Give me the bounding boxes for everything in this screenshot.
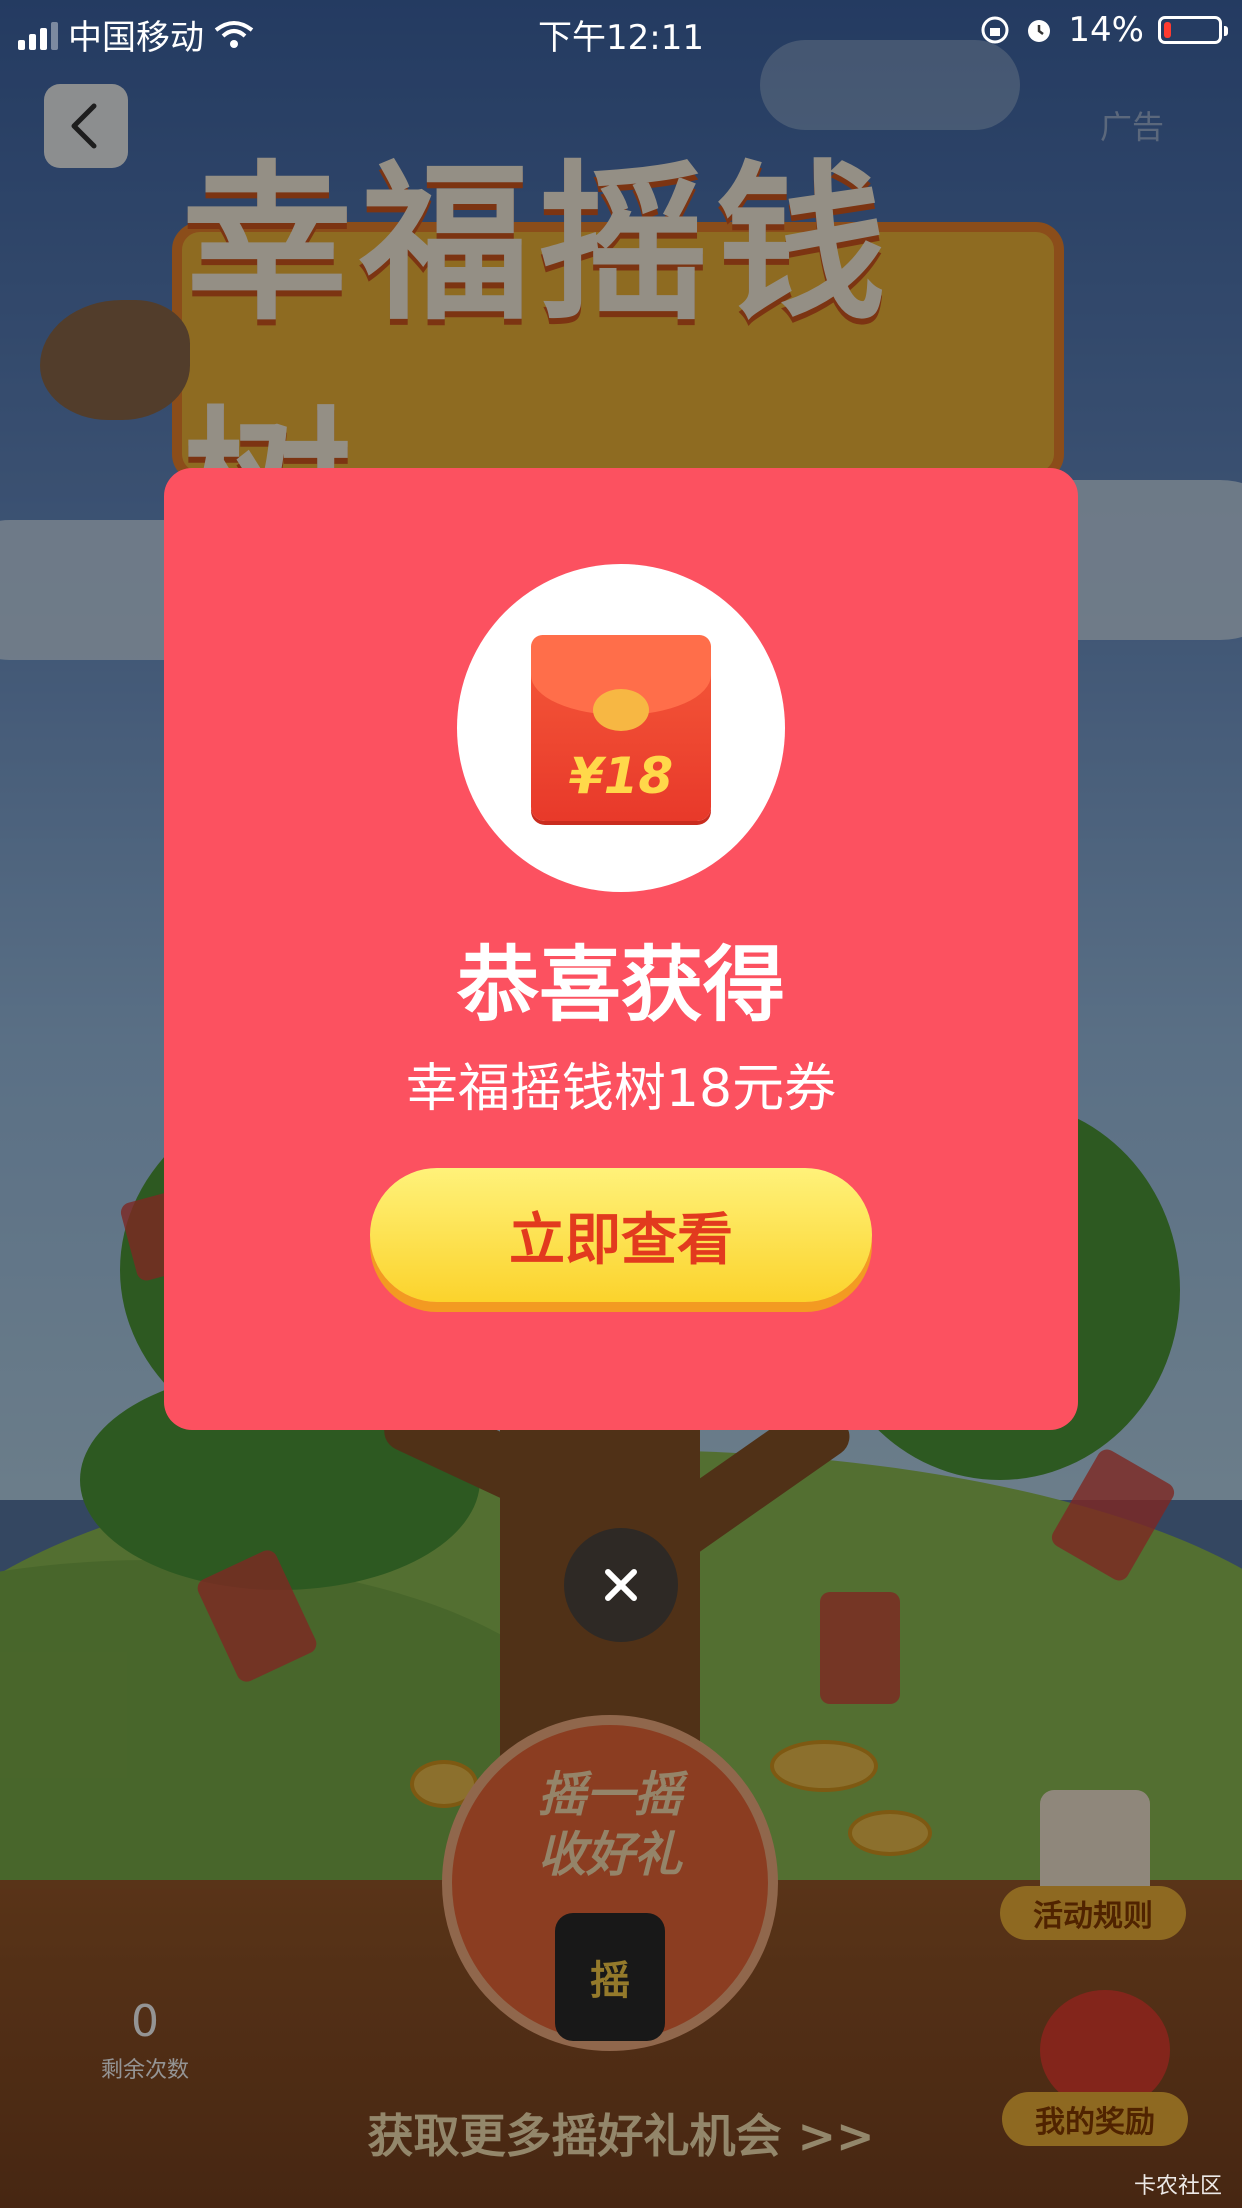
envelope-amount: ¥18 <box>568 747 674 805</box>
battery-icon <box>1158 16 1228 44</box>
red-envelope-icon: ¥18 <box>531 635 711 821</box>
reward-modal: ¥18 恭喜获得 幸福摇钱树18元券 立即查看 <box>164 468 1078 1430</box>
close-modal-button[interactable] <box>564 1528 678 1642</box>
modal-title: 恭喜获得 <box>456 938 785 1033</box>
watermark: 卡农社区 <box>1133 2174 1222 2199</box>
battery-percent: 14% <box>1068 10 1144 50</box>
rotation-lock-icon <box>981 16 1009 44</box>
modal-subtitle: 幸福摇钱树18元券 <box>405 1059 837 1119</box>
status-bar: 中国移动 下午12:11 14% <box>0 0 1242 60</box>
alarm-icon <box>1028 20 1051 42</box>
view-now-button[interactable]: 立即查看 <box>370 1168 872 1302</box>
close-icon <box>605 1569 637 1601</box>
reward-badge: ¥18 <box>457 564 785 892</box>
